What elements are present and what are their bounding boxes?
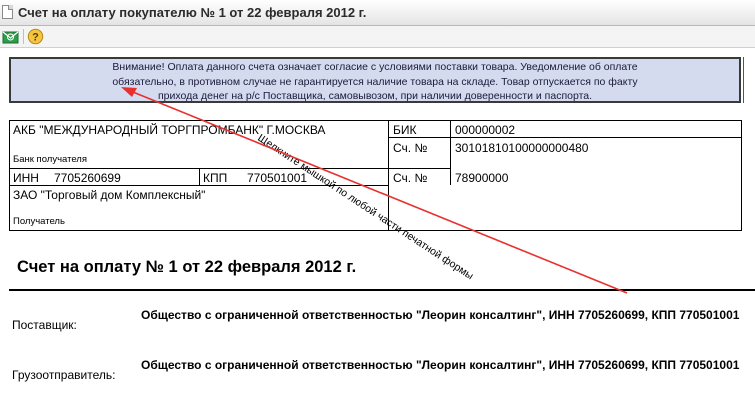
red-arrow-annotation [121,87,628,294]
